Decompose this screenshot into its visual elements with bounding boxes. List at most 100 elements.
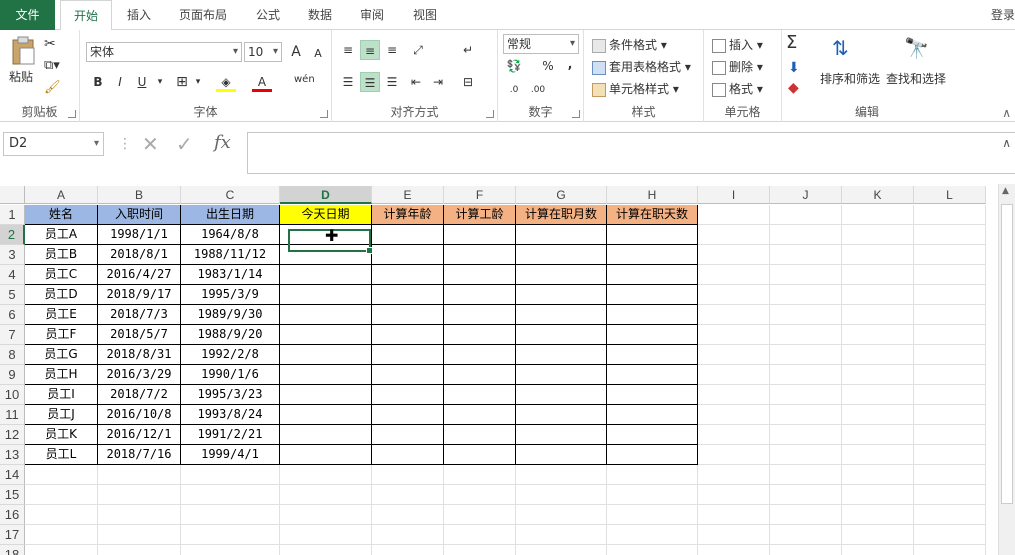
empty-cell[interactable] — [516, 385, 607, 405]
header-cell[interactable]: 入职时间 — [98, 205, 181, 225]
empty-cell[interactable] — [842, 485, 914, 505]
grow-font-button[interactable]: A — [286, 42, 306, 62]
empty-cell[interactable] — [842, 425, 914, 445]
format-as-table-button[interactable]: 套用表格格式 ▾ — [592, 58, 691, 75]
empty-cell[interactable] — [516, 445, 607, 465]
empty-cell[interactable] — [698, 285, 770, 305]
empty-cell[interactable] — [770, 325, 842, 345]
empty-cell[interactable] — [372, 545, 444, 555]
empty-cell[interactable] — [914, 505, 986, 525]
chevron-down-icon[interactable]: ▾ — [94, 133, 99, 155]
table-cell[interactable]: 1992/2/8 — [181, 345, 280, 365]
merge-center-icon[interactable]: ⊟ — [458, 72, 478, 92]
clear-icon[interactable]: ◆ — [788, 80, 799, 96]
empty-cell[interactable] — [372, 525, 444, 545]
empty-cell[interactable] — [914, 465, 986, 485]
comma-button[interactable]: , — [560, 54, 580, 74]
table-cell[interactable]: 2018/8/1 — [98, 245, 181, 265]
formula-input[interactable] — [247, 132, 1015, 174]
dialog-launcher-icon[interactable] — [486, 110, 494, 118]
tab-view[interactable]: 视图 — [405, 0, 445, 30]
empty-cell[interactable] — [516, 345, 607, 365]
empty-cell[interactable] — [607, 385, 698, 405]
empty-cell[interactable] — [607, 285, 698, 305]
empty-cell[interactable] — [372, 285, 444, 305]
format-cells-button[interactable]: 格式 ▾ — [712, 80, 763, 97]
empty-cell[interactable] — [444, 445, 516, 465]
empty-cell[interactable] — [516, 265, 607, 285]
table-cell[interactable]: 员工E — [25, 305, 98, 325]
decrease-indent-icon[interactable]: ⇤ — [406, 72, 426, 92]
tab-file[interactable]: 文件 — [0, 0, 55, 30]
empty-cell[interactable] — [372, 225, 444, 245]
name-box[interactable]: D2 ▾ — [3, 132, 104, 156]
table-cell[interactable]: 员工L — [25, 445, 98, 465]
row-header-1[interactable]: 1 — [0, 205, 25, 225]
find-select-button[interactable]: 查找和选择 — [886, 70, 946, 87]
table-cell[interactable]: 2018/5/7 — [98, 325, 181, 345]
column-header-g[interactable]: G — [516, 186, 607, 204]
empty-cell[interactable] — [280, 345, 372, 365]
insert-function-button[interactable]: fx — [214, 132, 231, 153]
empty-cell[interactable] — [25, 465, 98, 485]
orientation-icon[interactable]: ⤢ — [408, 40, 428, 60]
empty-cell[interactable] — [607, 365, 698, 385]
empty-cell[interactable] — [444, 245, 516, 265]
sort-filter-icon[interactable]: ⇅ — [832, 36, 849, 60]
empty-cell[interactable] — [842, 465, 914, 485]
empty-cell[interactable] — [770, 405, 842, 425]
empty-cell[interactable] — [770, 365, 842, 385]
header-cell[interactable]: 今天日期 — [280, 205, 372, 225]
row-header-17[interactable]: 17 — [0, 525, 25, 545]
table-cell[interactable]: 1995/3/23 — [181, 385, 280, 405]
table-cell[interactable]: 1990/1/6 — [181, 365, 280, 385]
tab-review[interactable]: 审阅 — [352, 0, 392, 30]
empty-cell[interactable] — [444, 225, 516, 245]
empty-cell[interactable] — [698, 505, 770, 525]
align-top-icon[interactable]: ≡ — [338, 40, 358, 60]
table-cell[interactable]: 2018/7/3 — [98, 305, 181, 325]
table-cell[interactable]: 员工F — [25, 325, 98, 345]
scroll-thumb[interactable] — [1001, 204, 1013, 504]
select-all-button[interactable] — [0, 186, 25, 204]
percent-button[interactable]: % — [538, 56, 558, 76]
expand-formula-bar-icon[interactable]: ∧ — [1002, 136, 1011, 150]
table-cell[interactable]: 1988/11/12 — [181, 245, 280, 265]
empty-cell[interactable] — [516, 245, 607, 265]
empty-cell[interactable] — [372, 505, 444, 525]
empty-cell[interactable] — [444, 285, 516, 305]
find-select-icon[interactable]: 🔭 — [904, 36, 929, 60]
table-cell[interactable]: 员工A — [25, 225, 98, 245]
empty-cell[interactable] — [770, 505, 842, 525]
empty-cell[interactable] — [914, 425, 986, 445]
empty-cell[interactable] — [444, 465, 516, 485]
empty-cell[interactable] — [444, 345, 516, 365]
empty-cell[interactable] — [444, 305, 516, 325]
empty-cell[interactable] — [914, 385, 986, 405]
row-header-9[interactable]: 9 — [0, 365, 25, 385]
empty-cell[interactable] — [181, 465, 280, 485]
dialog-launcher-icon[interactable] — [320, 110, 328, 118]
empty-cell[interactable] — [444, 405, 516, 425]
empty-cell[interactable] — [98, 465, 181, 485]
column-header-h[interactable]: H — [607, 186, 698, 204]
column-header-b[interactable]: B — [98, 186, 181, 204]
row-header-15[interactable]: 15 — [0, 485, 25, 505]
italic-button[interactable]: I — [110, 72, 130, 92]
empty-cell[interactable] — [280, 245, 372, 265]
empty-cell[interactable] — [698, 525, 770, 545]
empty-cell[interactable] — [280, 505, 372, 525]
empty-cell[interactable] — [444, 365, 516, 385]
number-format-select[interactable]: 常规 — [503, 34, 579, 54]
scroll-up-icon[interactable]: ▲ — [1002, 186, 1009, 196]
empty-cell[interactable] — [607, 405, 698, 425]
empty-cell[interactable] — [842, 345, 914, 365]
empty-cell[interactable] — [698, 245, 770, 265]
increase-indent-icon[interactable]: ⇥ — [428, 72, 448, 92]
empty-cell[interactable] — [770, 285, 842, 305]
paste-button[interactable] — [8, 36, 38, 69]
table-cell[interactable]: 员工B — [25, 245, 98, 265]
empty-cell[interactable] — [698, 445, 770, 465]
empty-cell[interactable] — [181, 485, 280, 505]
empty-cell[interactable] — [444, 525, 516, 545]
